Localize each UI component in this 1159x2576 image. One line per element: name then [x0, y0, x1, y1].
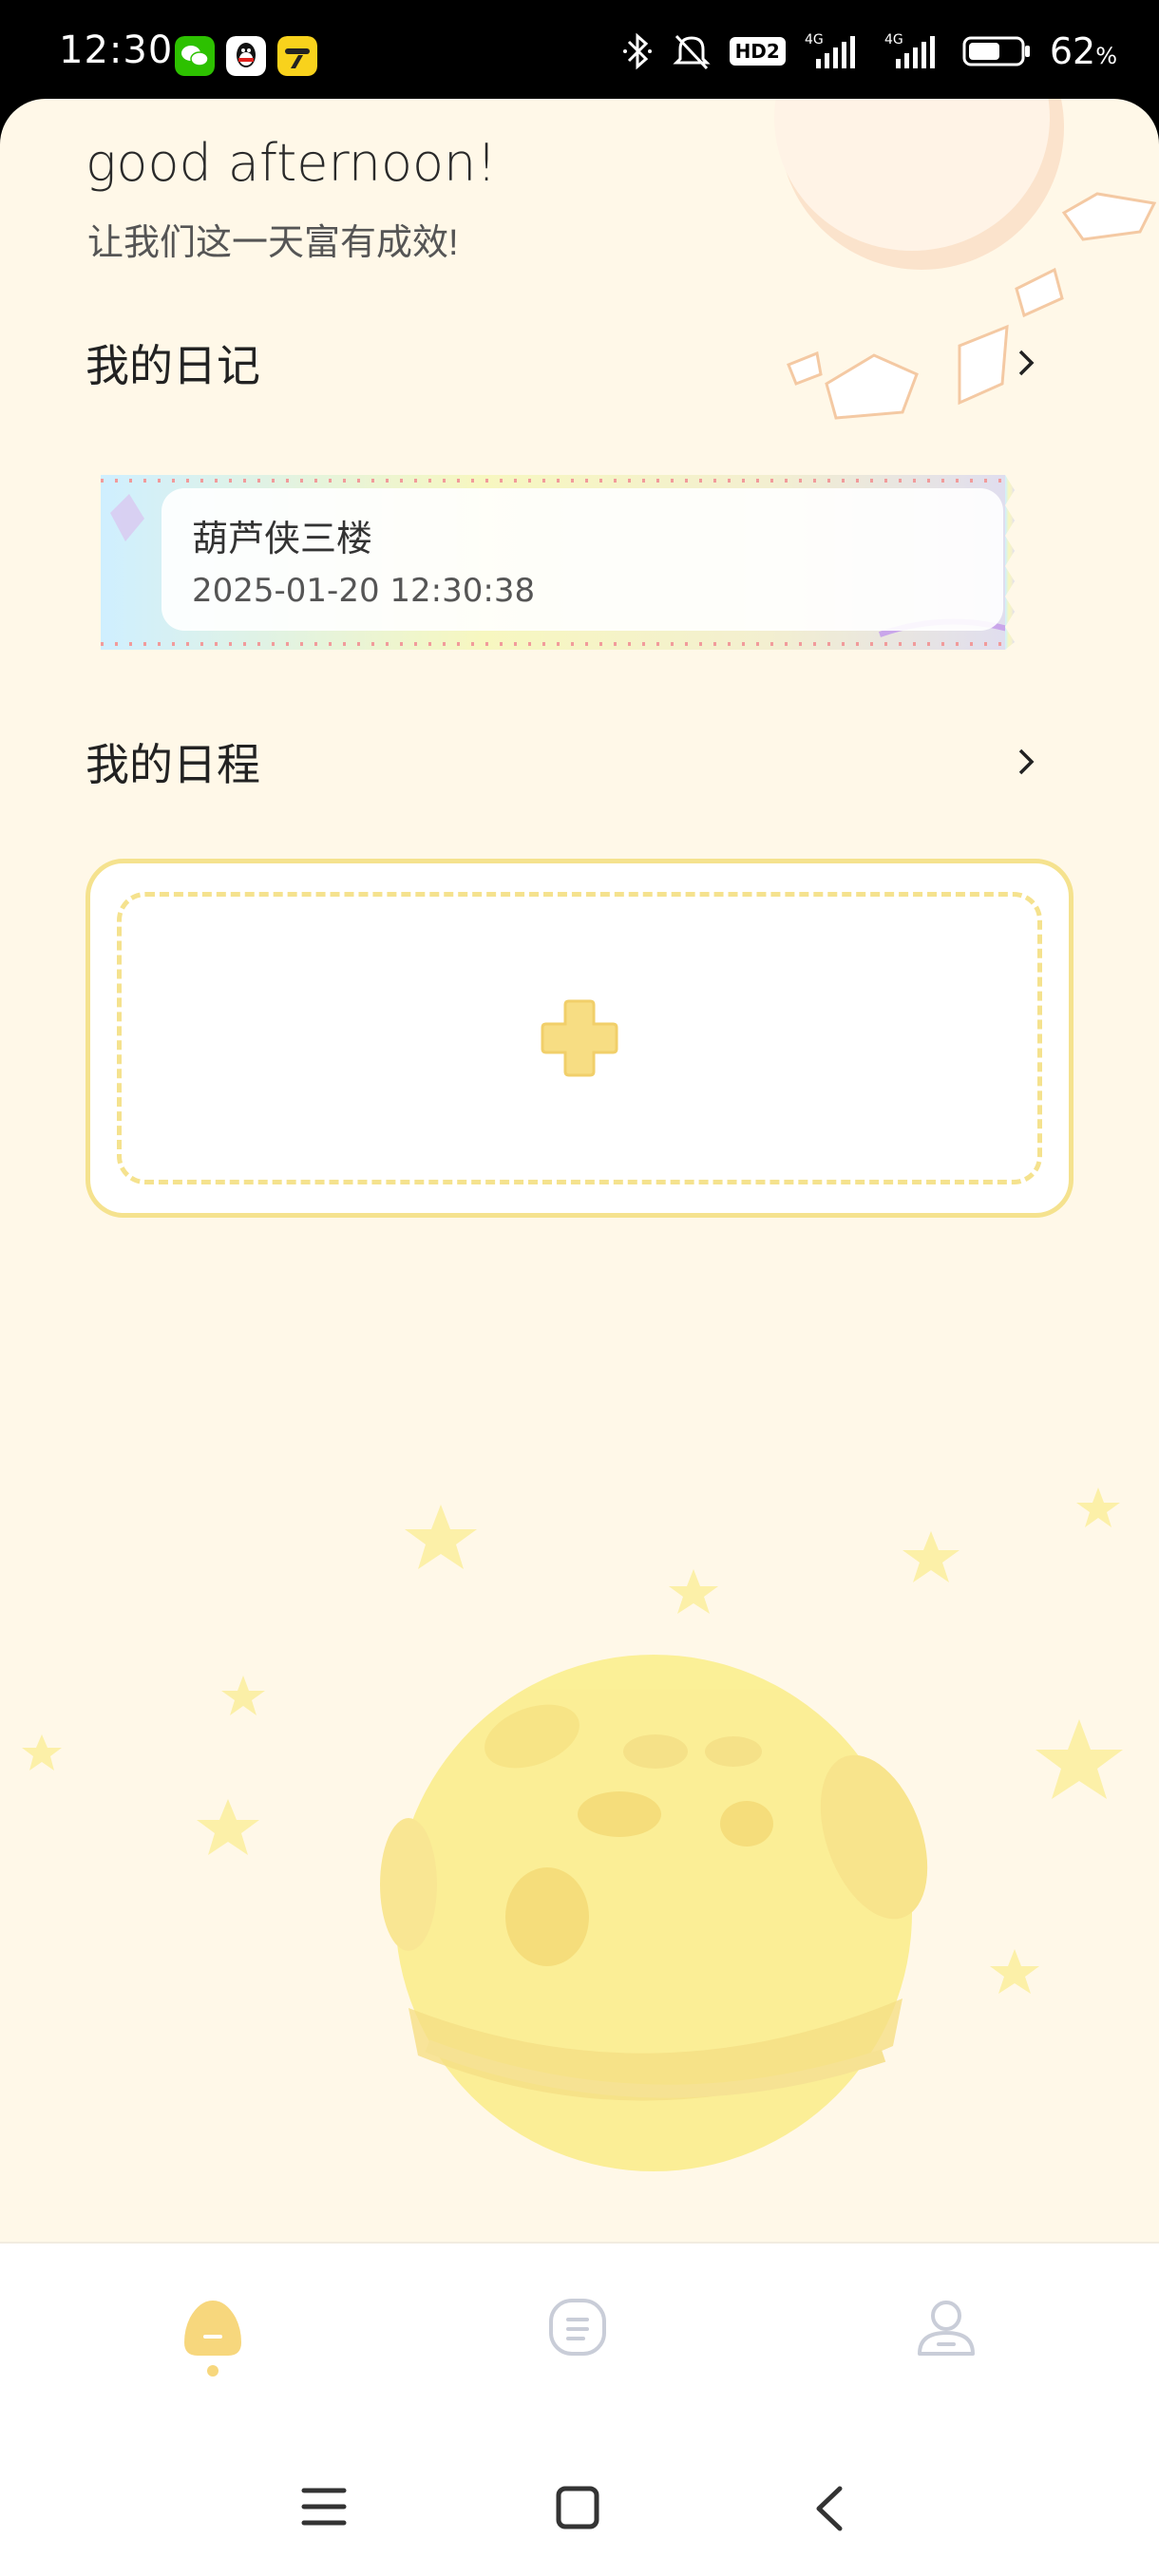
diary-section-header[interactable]: 我的日记: [86, 334, 1045, 391]
menu-icon[interactable]: [300, 2485, 348, 2529]
diary-section-title: 我的日记: [86, 341, 260, 390]
signal-icon: 4G: [805, 32, 855, 68]
diary-entry-title: 葫芦侠三楼: [192, 520, 373, 559]
battery-percent: 62%: [1049, 30, 1117, 72]
diary-entry-timestamp: 2025-01-20 12:30:38: [192, 572, 536, 610]
signal-label-1: 4G: [805, 32, 824, 47]
greeting-subtitle: 让我们这一天富有成效!: [87, 223, 459, 263]
signal-icon-2: 4G: [884, 32, 935, 68]
duck-app-icon: [277, 36, 317, 76]
home-screen: good afternoon! 让我们这一天富有成效! 我的日记 葫芦侠三楼 2…: [0, 99, 1159, 2242]
back-icon[interactable]: [811, 2485, 849, 2532]
greeting-title: good afternoon!: [86, 133, 497, 193]
plus-icon: [541, 999, 618, 1077]
chevron-right-icon[interactable]: [1007, 743, 1045, 781]
chevron-right-icon[interactable]: [1007, 344, 1045, 382]
status-time: 12:30: [59, 28, 174, 72]
system-navigation-bar: [0, 2432, 1159, 2576]
tab-profile[interactable]: [889, 2297, 1003, 2401]
tab-home[interactable]: [156, 2297, 270, 2401]
wechat-icon: [175, 36, 215, 76]
schedule-section-title: 我的日程: [86, 740, 260, 789]
home-square-icon[interactable]: [555, 2485, 600, 2530]
svg-text:4G: 4G: [884, 32, 903, 47]
mute-icon: [672, 34, 711, 70]
profile-icon: [918, 2301, 975, 2356]
schedule-section-header[interactable]: 我的日程: [86, 733, 1045, 790]
tab-notes[interactable]: [521, 2297, 635, 2401]
status-bar: 12:30 HD2 4G 4G 62%: [0, 0, 1159, 99]
battery-icon: [962, 36, 1030, 66]
bluetooth-icon: [622, 32, 652, 70]
hd-badge: HD2: [729, 37, 786, 66]
home-icon: [184, 2301, 241, 2356]
notes-icon: [549, 2299, 606, 2356]
system-status: HD2 4G 4G 62%: [621, 30, 1117, 72]
diary-entry-card[interactable]: 葫芦侠三楼 2025-01-20 12:30:38: [101, 475, 1056, 650]
qq-icon: [226, 36, 266, 76]
add-schedule-button[interactable]: [86, 859, 1074, 1218]
notification-icons: [175, 36, 317, 76]
bottom-tab-bar: [0, 2242, 1159, 2434]
active-indicator-dot: [207, 2365, 218, 2377]
planet: [380, 1655, 928, 2171]
